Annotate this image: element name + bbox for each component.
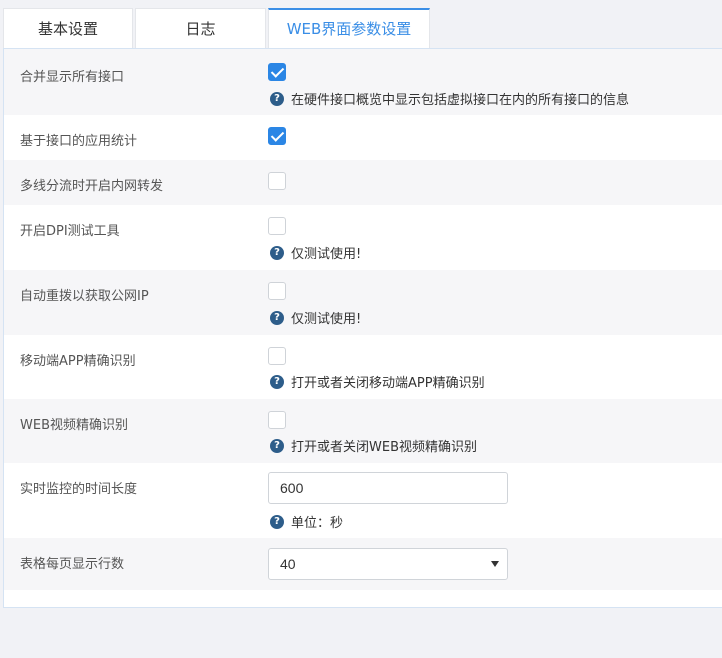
tab-log[interactable]: 日志	[135, 8, 266, 48]
caret-down-icon	[491, 561, 499, 567]
question-circle-icon: ?	[270, 438, 284, 453]
question-circle-icon: ?	[270, 514, 284, 529]
setting-label: 基于接口的应用统计	[20, 134, 138, 149]
setting-label: 实时监控的时间长度	[20, 482, 138, 497]
monitor-duration-input[interactable]: 600	[268, 472, 508, 504]
multiline-lan-forward-checkbox[interactable]	[268, 172, 286, 190]
merge-interfaces-checkbox[interactable]	[268, 63, 286, 81]
tab-basic-settings[interactable]: 基本设置	[3, 8, 133, 48]
setting-label: 自动重拨以获取公网IP	[20, 289, 149, 304]
setting-row: 表格每页显示行数 40	[4, 538, 722, 590]
interface-app-stats-checkbox[interactable]	[268, 127, 286, 145]
dpi-test-tool-checkbox[interactable]	[268, 217, 286, 235]
setting-row: 开启DPI测试工具 ? 仅测试使用!	[4, 205, 722, 270]
mobile-app-recognition-checkbox[interactable]	[268, 347, 286, 365]
rows-per-page-select[interactable]: 40	[268, 548, 508, 580]
help-text: ? 仅测试使用!	[270, 308, 361, 327]
tab-bar: 基本设置 日志 WEB界面参数设置	[3, 8, 430, 48]
setting-row: 基于接口的应用统计	[4, 115, 722, 160]
settings-panel: 合并显示所有接口 ? 在硬件接口概览中显示包括虚拟接口在内的所有接口的信息 基于…	[3, 48, 722, 608]
setting-row: 自动重拨以获取公网IP ? 仅测试使用!	[4, 270, 722, 335]
setting-label: 移动端APP精确识别	[20, 354, 136, 369]
tab-web-ui-settings[interactable]: WEB界面参数设置	[268, 8, 430, 48]
help-text: ? 在硬件接口概览中显示包括虚拟接口在内的所有接口的信息	[270, 89, 629, 108]
setting-row: 移动端APP精确识别 ? 打开或者关闭移动端APP精确识别	[4, 335, 722, 399]
question-circle-icon: ?	[270, 91, 284, 106]
setting-label: 多线分流时开启内网转发	[20, 179, 164, 194]
setting-label: WEB视频精确识别	[20, 418, 128, 433]
question-circle-icon: ?	[270, 374, 284, 389]
setting-label: 合并显示所有接口	[20, 70, 125, 85]
help-text: ? 仅测试使用!	[270, 243, 361, 262]
setting-row: WEB视频精确识别 ? 打开或者关闭WEB视频精确识别	[4, 399, 722, 463]
help-text: ? 单位：秒	[270, 512, 343, 531]
setting-row: 多线分流时开启内网转发	[4, 160, 722, 205]
help-text: ? 打开或者关闭WEB视频精确识别	[270, 436, 477, 455]
auto-redial-checkbox[interactable]	[268, 282, 286, 300]
select-value: 40	[280, 556, 296, 572]
help-text: ? 打开或者关闭移动端APP精确识别	[270, 372, 485, 391]
setting-label: 表格每页显示行数	[20, 557, 125, 572]
web-video-recognition-checkbox[interactable]	[268, 411, 286, 429]
setting-row: 实时监控的时间长度 600 ? 单位：秒	[4, 463, 722, 538]
setting-label: 开启DPI测试工具	[20, 224, 120, 239]
question-circle-icon: ?	[270, 310, 284, 325]
question-circle-icon: ?	[270, 245, 284, 260]
setting-row: 合并显示所有接口 ? 在硬件接口概览中显示包括虚拟接口在内的所有接口的信息	[4, 49, 722, 115]
